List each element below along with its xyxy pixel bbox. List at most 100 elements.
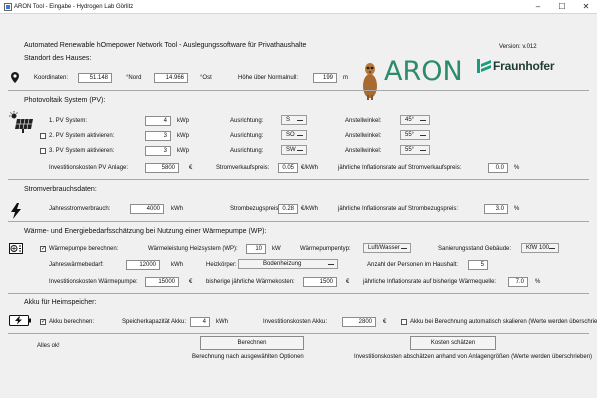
pv1-label: 1. PV System:: [49, 118, 88, 124]
location-pin-icon: [11, 72, 19, 83]
estimate-caption: Investitionskosten abschätzen anhand von…: [354, 354, 593, 360]
app-window: Automated Renewable hOmepower Network To…: [0, 14, 597, 398]
pv1-orient-value: S: [286, 117, 291, 123]
lightning-icon: [11, 203, 21, 219]
persons-label: Anzahl der Personen im Haushalt:: [367, 262, 459, 268]
altitude-field[interactable]: 199: [313, 73, 337, 83]
pv2-label: 2. PV System aktivieren:: [49, 133, 115, 139]
battery-invest-unit: €: [383, 319, 387, 325]
close-button[interactable]: ✕: [579, 1, 593, 13]
heat-cost-field[interactable]: 1500: [303, 277, 337, 287]
heat-infl-label: jährliche Inflationsrate auf bisherige W…: [363, 279, 497, 285]
hp-invest-unit: €: [189, 279, 193, 285]
pv2-angle-label: Anstellwinkel:: [345, 133, 382, 139]
pv2-checkbox[interactable]: [40, 133, 46, 139]
buy-infl-field[interactable]: 3.0: [484, 204, 508, 214]
pv2-unit: kWp: [177, 133, 189, 139]
battery-checkbox[interactable]: ✓: [40, 319, 46, 325]
usage-unit: kWh: [171, 206, 183, 212]
pv2-orient-label: Ausrichtung:: [230, 133, 264, 139]
maximize-button[interactable]: ☐: [555, 1, 569, 13]
fraunhofer-logo-text: Fraunhofer: [493, 59, 555, 73]
pv1-unit: kWp: [177, 118, 189, 124]
chevron-down-icon: [420, 150, 426, 151]
pv2-angle-value: 55°: [405, 132, 415, 138]
pv2-orient-value: SO: [286, 132, 295, 138]
status-text: Alles ok!: [37, 343, 60, 349]
hp-invest-label: Investitionskosten Wärmepumpe:: [49, 279, 138, 285]
solar-panel-icon: [9, 111, 33, 133]
hp-power-label: Wärmeleistung Heizsystem (WP):: [148, 246, 238, 252]
pv1-angle-label: Anstellwinkel:: [345, 118, 382, 124]
chevron-down-icon: [420, 120, 426, 121]
pv3-kwp-field[interactable]: 3: [145, 146, 171, 156]
buy-price-field[interactable]: 0.28: [278, 204, 298, 214]
heat-demand-label: Jahreswärmebedarf:: [49, 262, 104, 268]
renovation-select[interactable]: KfW 100: [521, 243, 559, 253]
latitude-field[interactable]: 51.148: [78, 73, 112, 83]
hp-type-label: Wärmepumpentyp:: [300, 246, 351, 252]
power-heading: Stromverbrauchsdaten:: [24, 186, 97, 193]
location-heading: Standort des Hauses:: [24, 55, 92, 62]
window-title: ARON Tool - Eingabe - Hydrogen Lab Görli…: [14, 4, 134, 10]
pv1-angle-value: 45°: [405, 117, 415, 123]
battery-invest-field[interactable]: 2800: [342, 317, 376, 327]
pv2-orient-select[interactable]: SO: [281, 130, 307, 140]
divider: [8, 293, 589, 294]
chevron-down-icon: [297, 120, 303, 121]
renovation-value: KfW 100: [526, 245, 550, 251]
fraunhofer-logo-icon: [477, 59, 491, 73]
heater-select[interactable]: Bodenheizung: [238, 259, 338, 269]
heater-label: Heizkörper:: [206, 262, 237, 268]
estimate-costs-button[interactable]: Kosten schätzen: [410, 336, 496, 350]
calculate-button[interactable]: Berechnen: [200, 336, 304, 350]
aron-logo-text: ARON: [384, 56, 463, 87]
version-label: Version: v.012: [499, 44, 537, 50]
meerkat-icon: [363, 63, 377, 100]
pv1-orient-label: Ausrichtung:: [230, 118, 264, 124]
battery-auto-checkbox[interactable]: [401, 319, 407, 325]
pv-invest-field[interactable]: 5800: [145, 163, 179, 173]
battery-cap-field[interactable]: 4: [190, 317, 210, 327]
heat-infl-field[interactable]: 7.0: [508, 277, 528, 287]
divider: [8, 333, 589, 334]
pv3-orient-select[interactable]: SW: [281, 145, 307, 155]
pv3-unit: kWp: [177, 148, 189, 154]
hp-invest-field[interactable]: 15000: [145, 277, 179, 287]
minimize-button[interactable]: –: [531, 1, 545, 13]
hp-type-select[interactable]: Luft/Wasser: [363, 243, 411, 253]
chevron-down-icon: [549, 248, 555, 249]
battery-heading: Akku für Heimspeicher:: [24, 299, 97, 306]
usage-field[interactable]: 4000: [130, 204, 164, 214]
persons-field[interactable]: 5: [468, 260, 488, 270]
pv1-kwp-field[interactable]: 4: [145, 116, 171, 126]
renovation-label: Sanierungsstand Gebäude:: [438, 246, 512, 252]
sell-price-field[interactable]: 0.05: [278, 163, 298, 173]
battery-charge-icon: [9, 315, 31, 326]
heatpump-checkbox[interactable]: ✓: [40, 246, 46, 252]
battery-cap-label: Speicherkapazität Akku:: [122, 319, 187, 325]
pv3-label: 3. PV System aktivieren:: [49, 148, 115, 154]
pv-invest-unit: €: [189, 165, 193, 171]
chevron-down-icon: [401, 248, 407, 249]
hp-power-field[interactable]: 10: [246, 244, 266, 254]
pv3-checkbox[interactable]: [40, 148, 46, 154]
latitude-unit: °Nord: [126, 75, 142, 81]
buy-infl-label: jährliche Inflationsrate auf Strombezugs…: [338, 206, 459, 212]
pv3-orient-label: Ausrichtung:: [230, 148, 264, 154]
divider: [8, 221, 589, 222]
pv1-angle-select[interactable]: 45°: [400, 115, 430, 125]
sell-price-label: Stromverkaufspreis:: [216, 165, 270, 171]
calculate-caption: Berechnung nach ausgewählten Optionen: [192, 354, 304, 360]
longitude-field[interactable]: 14.966: [154, 73, 188, 83]
pv2-kwp-field[interactable]: 3: [145, 131, 171, 141]
pv2-angle-select[interactable]: 55°: [400, 130, 430, 140]
usage-label: Jahresstromverbrauch:: [49, 206, 111, 212]
pv1-orient-select[interactable]: S: [281, 115, 307, 125]
heat-demand-field[interactable]: 12000: [126, 260, 160, 270]
pv-invest-label: Investitionskosten PV Anlage:: [49, 165, 129, 171]
pv3-angle-select[interactable]: 55°: [400, 145, 430, 155]
sell-infl-field[interactable]: 0.0: [488, 163, 508, 173]
battery-cap-unit: kWh: [216, 319, 228, 325]
chevron-down-icon: [297, 135, 303, 136]
